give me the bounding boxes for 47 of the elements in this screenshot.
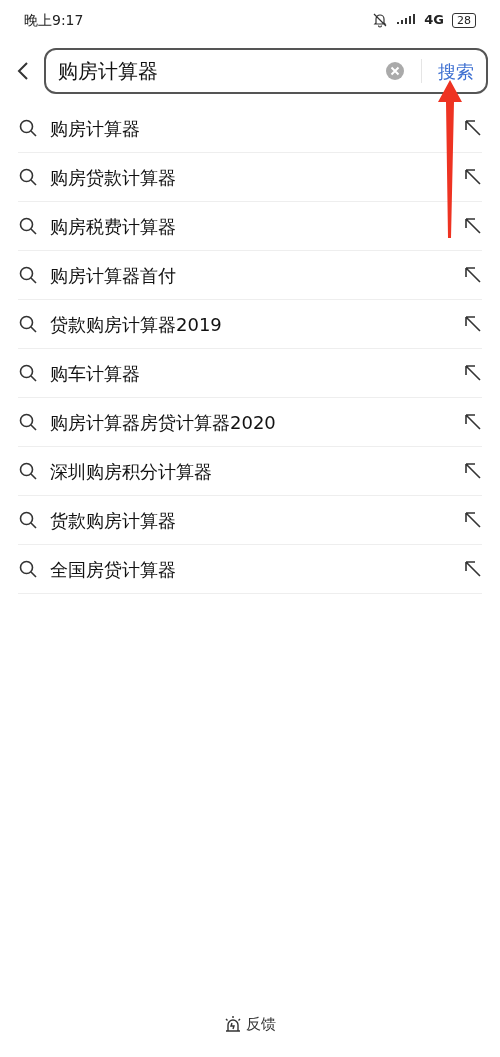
search-icon (18, 265, 38, 285)
suggestion-text: 购房计算器 (50, 116, 141, 141)
search-icon (18, 314, 38, 334)
suggestion-text: 全国房贷计算器 (50, 557, 177, 582)
fill-arrow-icon[interactable] (464, 560, 482, 578)
suggestion-item[interactable]: 深圳购房积分计算器 (18, 447, 482, 496)
fill-arrow-icon[interactable] (464, 364, 482, 382)
signal-icon (396, 14, 417, 26)
search-icon (18, 412, 38, 432)
search-value: 购房计算器 (58, 58, 159, 85)
suggestion-item[interactable]: 购车计算器 (18, 349, 482, 398)
search-icon (18, 461, 38, 481)
fill-arrow-icon[interactable] (464, 266, 482, 284)
search-field[interactable]: 购房计算器 搜索 (44, 48, 488, 94)
network-label: 4G (424, 11, 444, 30)
suggestion-text: 购房贷款计算器 (50, 165, 177, 190)
fill-arrow-icon[interactable] (464, 462, 482, 480)
alarm-icon (224, 1015, 242, 1033)
suggestion-item[interactable]: 全国房贷计算器 (18, 545, 482, 594)
suggestion-item[interactable]: 购房计算器房贷计算器2020 (18, 398, 482, 447)
bell-muted-icon (372, 12, 389, 28)
suggestion-text: 购房计算器首付 (50, 263, 177, 288)
search-button[interactable]: 搜索 (438, 57, 474, 85)
search-icon (18, 216, 38, 236)
suggestion-text: 购房计算器房贷计算器2020 (50, 410, 277, 435)
suggestion-text: 购车计算器 (50, 361, 141, 386)
search-icon (18, 510, 38, 530)
fill-arrow-icon[interactable] (464, 511, 482, 529)
suggestion-item[interactable]: 货款购房计算器 (18, 496, 482, 545)
fill-arrow-icon[interactable] (464, 217, 482, 235)
suggestion-text: 贷款购房计算器2019 (50, 312, 223, 337)
fill-arrow-icon[interactable] (464, 168, 482, 186)
suggestion-text: 深圳购房积分计算器 (50, 459, 213, 484)
suggestion-text: 购房税费计算器 (50, 214, 177, 239)
status-time: 晚上9:17 (24, 10, 84, 30)
search-icon (18, 118, 38, 138)
suggestion-item[interactable]: 贷款购房计算器2019 (18, 300, 482, 349)
search-icon (18, 559, 38, 579)
search-icon (18, 363, 38, 383)
suggestion-item[interactable]: 购房计算器首付 (18, 251, 482, 300)
battery-indicator: 28 (452, 12, 476, 28)
search-icon (18, 167, 38, 187)
feedback-link[interactable]: 反馈 (246, 1012, 276, 1036)
fill-arrow-icon[interactable] (464, 315, 482, 333)
suggestion-text: 货款购房计算器 (50, 508, 177, 533)
fill-arrow-icon[interactable] (464, 119, 482, 137)
fill-arrow-icon[interactable] (464, 413, 482, 431)
